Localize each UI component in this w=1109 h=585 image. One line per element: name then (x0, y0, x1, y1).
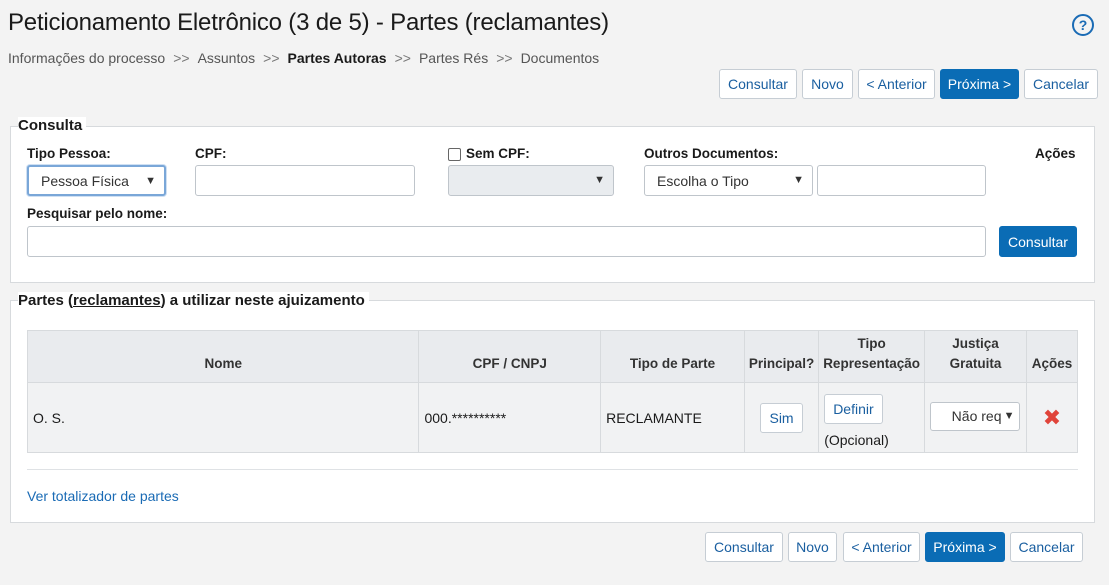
consulta-panel (10, 126, 1095, 283)
breadcrumb-item-partes-res[interactable]: Partes Rés (419, 50, 488, 66)
outros-documentos-select[interactable]: Escolha o Tipo ▼ (644, 165, 813, 196)
tipo-pessoa-label: Tipo Pessoa: (27, 146, 111, 161)
cell-principal: Sim (743, 382, 820, 453)
chevron-down-icon: ▼ (793, 174, 804, 186)
column-header-nome: Nome (26, 330, 420, 383)
bottom-novo-button[interactable]: Novo (788, 532, 837, 562)
cancelar-button[interactable]: Cancelar (1024, 69, 1098, 99)
divider (27, 469, 1078, 470)
ver-totalizador-link[interactable]: Ver totalizador de partes (27, 488, 179, 504)
column-header-justica-gratuita: Justiça Gratuita (923, 330, 1027, 383)
tipo-pessoa-select[interactable]: Pessoa Física ▼ (27, 165, 166, 196)
pesquisar-nome-input[interactable] (27, 226, 986, 257)
cell-tipo-representacao: Definir (Opcional) (818, 382, 925, 453)
partes-table: Nome CPF / CNPJ Tipo de Parte Principal?… (26, 330, 1079, 453)
acoes-label: Ações (1035, 146, 1076, 161)
chevron-down-icon: ▼ (594, 174, 605, 186)
breadcrumb-item-informacoes[interactable]: Informações do processo (8, 50, 165, 66)
column-header-tipo-representacao: Tipo Representação (818, 330, 925, 383)
breadcrumb-item-assuntos[interactable]: Assuntos (198, 50, 256, 66)
cell-cpf: 000.********** (418, 382, 602, 453)
table-row: O. S. 000.********** RECLAMANTE Sim Defi… (26, 382, 1079, 453)
chevron-down-icon: ▼ (1001, 409, 1015, 422)
sem-cpf-label: Sem CPF: (466, 146, 530, 161)
sem-cpf-checkbox[interactable] (448, 148, 461, 161)
outros-documentos-select-value: Escolha o Tipo (657, 172, 749, 189)
breadcrumb-item-documentos[interactable]: Documentos (521, 50, 600, 66)
outros-documentos-label: Outros Documentos: (644, 146, 779, 161)
partes-legend: Partes (reclamantes) a utilizar neste aj… (18, 292, 369, 309)
cpf-label: CPF: (195, 146, 227, 161)
column-header-tipo-parte: Tipo de Parte (600, 330, 745, 383)
definir-representacao-button[interactable]: Definir (824, 393, 883, 424)
breadcrumb-separator: >> (394, 50, 411, 66)
table-header-row: Nome CPF / CNPJ Tipo de Parte Principal?… (26, 330, 1079, 383)
breadcrumb: Informações do processo >> Assuntos >> Parte… (8, 50, 599, 66)
cell-nome: O. S. (26, 382, 420, 453)
help-icon[interactable]: ? (1072, 14, 1094, 36)
cpf-input[interactable] (195, 165, 415, 196)
delete-icon[interactable]: ✖ (1043, 405, 1061, 430)
consulta-consultar-button[interactable]: Consultar (999, 226, 1077, 257)
page-title: Peticionamento Eletrônico (3 de 5) - Par… (8, 9, 609, 36)
breadcrumb-separator: >> (173, 50, 190, 66)
justica-gratuita-select[interactable]: Não requ ▼ (930, 401, 1021, 431)
bottom-proxima-button[interactable]: Próxima > (925, 532, 1005, 562)
column-header-acoes: Ações (1025, 330, 1079, 383)
cell-justica-gratuita: Não requ ▼ (923, 382, 1027, 453)
anterior-button[interactable]: < Anterior (858, 69, 935, 99)
cell-acoes: ✖ (1025, 382, 1079, 453)
principal-sim-button[interactable]: Sim (760, 402, 803, 433)
sem-cpf-select: ▼ (448, 165, 614, 196)
representacao-opcional-note: (Opcional) (824, 431, 889, 448)
breadcrumb-separator: >> (263, 50, 280, 66)
consulta-legend: Consulta (18, 117, 87, 134)
column-header-principal: Principal? (743, 330, 820, 383)
chevron-down-icon: ▼ (145, 175, 156, 187)
bottom-consultar-button[interactable]: Consultar (705, 532, 783, 562)
partes-legend-suffix: ) a utilizar neste ajuizamento (160, 292, 365, 309)
novo-button[interactable]: Novo (802, 69, 853, 99)
breadcrumb-separator: >> (496, 50, 513, 66)
partes-legend-reclamantes: reclamantes (73, 292, 161, 309)
pesquisar-nome-label: Pesquisar pelo nome: (27, 206, 168, 221)
proxima-button[interactable]: Próxima > (940, 69, 1019, 99)
partes-legend-prefix: Partes ( (18, 292, 74, 309)
consultar-button[interactable]: Consultar (719, 69, 797, 99)
column-header-cpf: CPF / CNPJ (418, 330, 602, 383)
breadcrumb-item-partes-autoras: Partes Autoras (287, 50, 387, 66)
outros-documentos-input[interactable] (817, 165, 986, 196)
cell-tipo-parte: RECLAMANTE (600, 382, 745, 453)
bottom-cancelar-button[interactable]: Cancelar (1010, 532, 1083, 562)
tipo-pessoa-value: Pessoa Física (41, 172, 129, 189)
bottom-anterior-button[interactable]: < Anterior (843, 532, 920, 562)
